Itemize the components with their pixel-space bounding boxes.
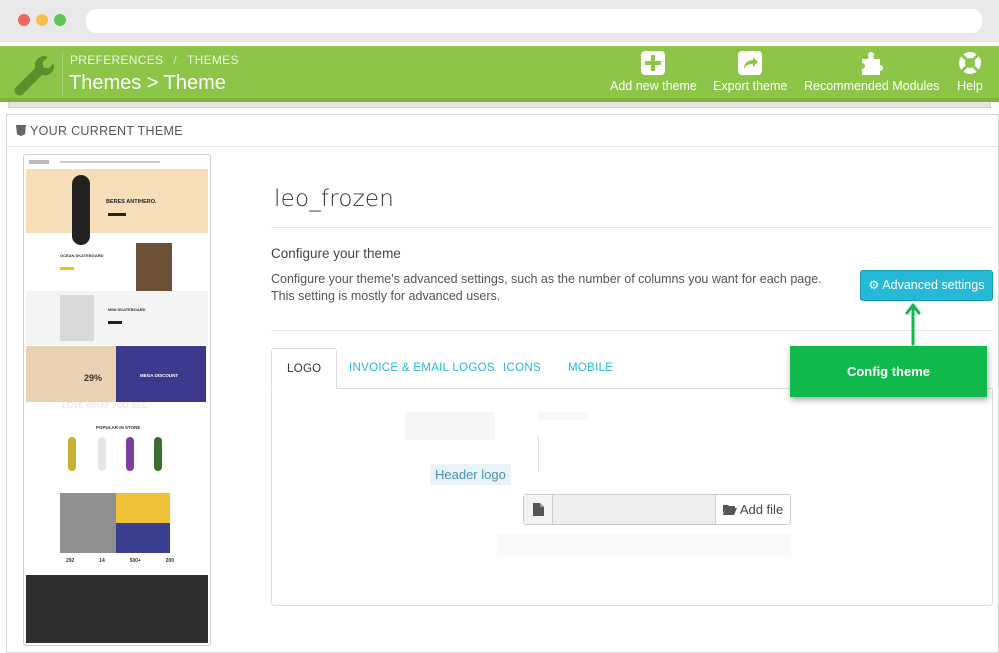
preview-section-2: MINI SKATEBOARD <box>108 307 146 312</box>
recommended-modules-button[interactable]: Recommended Modules <box>804 50 940 93</box>
page-header: PREFERENCES / THEMES Themes > Theme Add ne… <box>0 46 999 102</box>
close-window-icon[interactable] <box>18 14 30 26</box>
breadcrumb-preferences[interactable]: PREFERENCES <box>70 53 163 67</box>
preview-image-3 <box>60 493 116 553</box>
preview-discount-banner: MEGA DISCOUNT <box>140 373 179 378</box>
arrow-up-icon <box>905 303 921 346</box>
preview-logo <box>29 160 49 164</box>
preview-footer <box>26 575 208 643</box>
preview-product-4 <box>154 437 162 471</box>
tab-invoice-email-logos[interactable]: INVOICE & EMAIL LOGOS <box>349 348 495 389</box>
field-separator <box>538 436 539 472</box>
file-icon <box>533 503 544 516</box>
preview-section-2-bg <box>26 291 208 345</box>
preview-image-4 <box>116 493 170 523</box>
faded-text-placeholder <box>538 412 588 420</box>
theme-preview-thumbnail[interactable]: BERES ANTIHERO. OCEAN SKATEBOARD MINI SK… <box>23 154 211 646</box>
breadcrumb: PREFERENCES / THEMES <box>70 53 239 67</box>
preview-section-1-button <box>60 267 74 270</box>
configure-description: Configure your theme's advanced settings… <box>271 271 851 305</box>
preview-skateboard <box>72 175 90 245</box>
header-shadow <box>8 102 991 108</box>
configure-title: Configure your theme <box>271 246 401 261</box>
maximize-window-icon[interactable] <box>54 14 66 26</box>
configure-description-line-2: This setting is mostly for advanced user… <box>271 289 501 303</box>
preview-section-1: OCEAN SKATEBOARD <box>60 253 104 258</box>
header-logo-label: Header logo <box>430 464 511 485</box>
folder-open-icon <box>722 505 737 515</box>
file-upload-group: Add file <box>523 494 791 525</box>
preview-promo-1 <box>26 346 116 402</box>
minimize-window-icon[interactable] <box>36 14 48 26</box>
preview-stat-4: 200 <box>165 558 174 564</box>
wrench-icon <box>14 56 54 96</box>
add-new-theme-label: Add new theme <box>610 79 697 93</box>
tab-logo[interactable]: LOGO <box>271 348 338 389</box>
faded-hint-placeholder <box>497 534 791 556</box>
breadcrumb-separator: / <box>173 53 177 67</box>
preview-nav <box>60 161 160 163</box>
file-icon-box <box>524 495 553 524</box>
share-icon <box>738 51 763 75</box>
preview-hero-text: BERES ANTIHERO. <box>106 199 157 205</box>
recommended-modules-label: Recommended Modules <box>804 79 940 93</box>
divider <box>271 227 993 228</box>
tab-mobile[interactable]: MOBILE <box>568 348 613 389</box>
gear-icon: ⚙ <box>868 278 880 292</box>
lifebuoy-icon <box>959 52 981 74</box>
preview-product-1 <box>68 437 76 471</box>
page-title: Themes > Theme <box>69 72 226 94</box>
help-label: Help <box>957 79 983 93</box>
preview-product-2 <box>98 437 106 471</box>
preview-stat-1: 292 <box>66 558 75 564</box>
preview-stat-2: 14 <box>99 558 105 564</box>
breadcrumb-themes[interactable]: THEMES <box>187 53 239 67</box>
preview-stats: 292 14 500+ 200 <box>66 558 174 564</box>
preview-image-5 <box>116 523 170 553</box>
preview-image-2 <box>60 295 94 341</box>
preview-popular: POPULAR IN STORE <box>96 425 141 430</box>
advanced-settings-button[interactable]: ⚙ Advanced settings <box>860 270 993 301</box>
divider <box>271 330 993 331</box>
preview-image-1 <box>136 243 172 295</box>
theme-name: leo_frozen <box>274 186 395 212</box>
panel-heading-text: YOUR CURRENT THEME <box>30 124 183 138</box>
export-theme-label: Export theme <box>713 79 788 93</box>
add-file-label: Add file <box>739 502 784 517</box>
html5-icon <box>16 125 26 136</box>
puzzle-icon <box>861 52 883 75</box>
advanced-settings-label: Advanced settings <box>882 278 985 292</box>
panel-heading: YOUR CURRENT THEME <box>16 124 183 138</box>
address-bar[interactable] <box>86 9 982 33</box>
add-new-theme-button[interactable]: Add new theme <box>610 50 697 93</box>
preview-discount: 29% <box>84 373 103 383</box>
panel-heading-divider <box>7 146 998 147</box>
preview-product-3 <box>126 437 134 471</box>
configure-description-line-1: Configure your theme's advanced settings… <box>271 272 822 286</box>
preview-stat-3: 500+ <box>129 558 141 564</box>
preview-tagline: LOVE WHAT YOU SEE <box>62 401 148 410</box>
export-theme-button[interactable]: Export theme <box>713 50 787 93</box>
plus-square-icon <box>641 51 666 75</box>
file-name-field[interactable] <box>553 495 716 524</box>
preview-section-2-button <box>108 321 122 324</box>
help-button[interactable]: Help <box>957 50 983 93</box>
add-file-button[interactable]: Add file <box>716 495 790 524</box>
faded-logo-placeholder <box>405 412 495 440</box>
config-theme-callout: Config theme <box>790 346 987 397</box>
browser-chrome <box>0 0 999 42</box>
preview-hero-button <box>108 213 126 216</box>
header-divider <box>62 52 63 96</box>
tab-icons[interactable]: ICONS <box>503 348 541 389</box>
